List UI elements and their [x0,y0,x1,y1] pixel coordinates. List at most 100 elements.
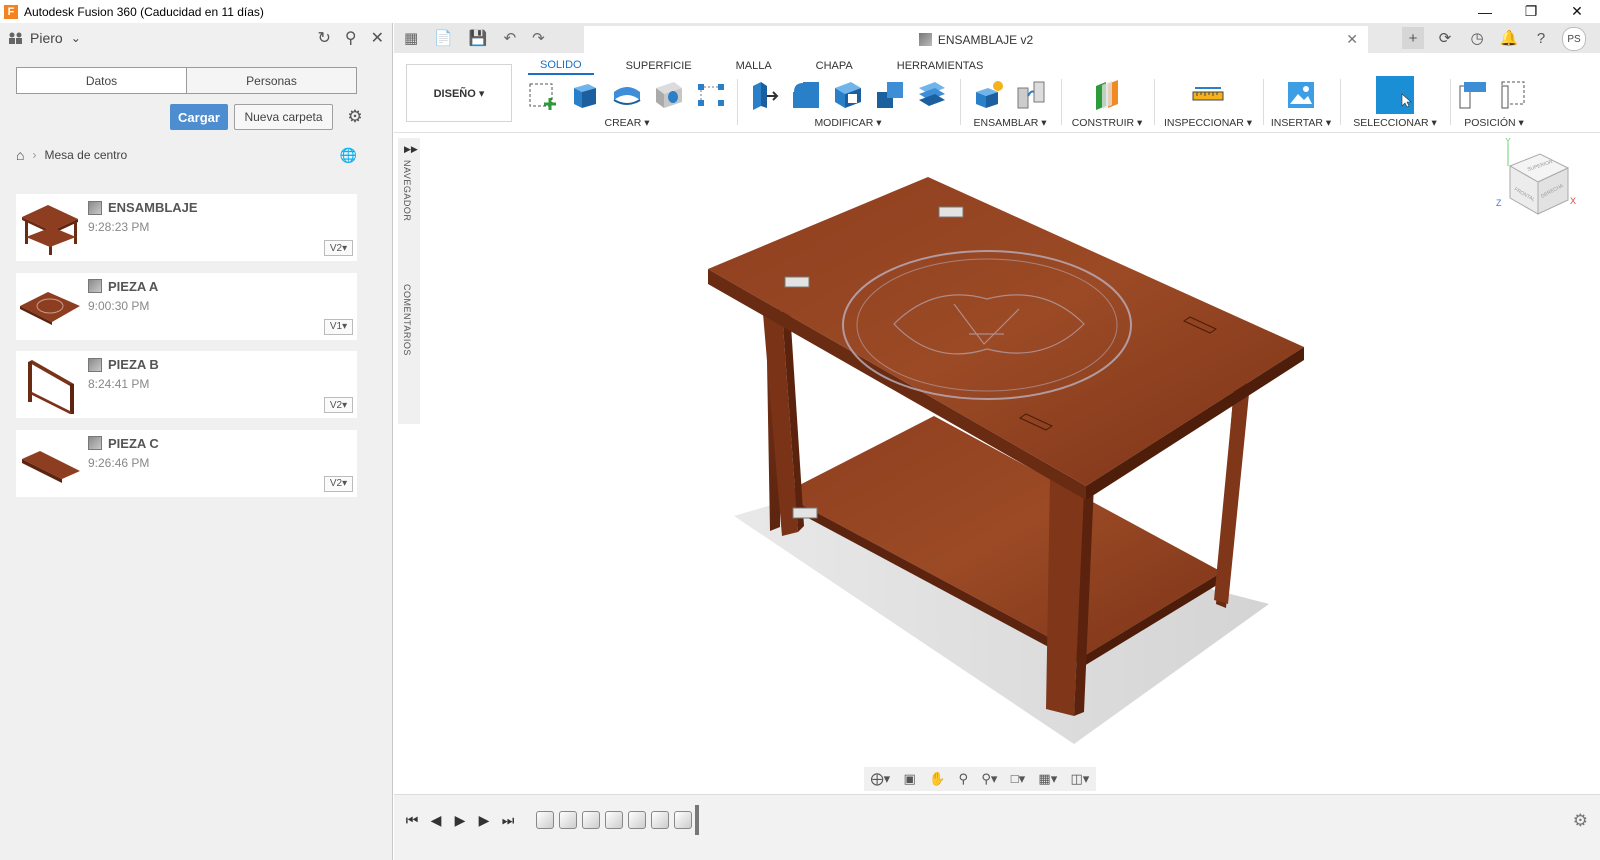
timeline-feature[interactable] [674,811,692,829]
group-label-select[interactable]: SELECCIONAR ▾ [1344,117,1446,129]
close-icon[interactable]: ✕ [1554,0,1600,23]
tab-superficie[interactable]: SUPERFICIE [614,57,704,75]
offset-plane-icon[interactable] [1090,78,1124,112]
upload-button[interactable]: Cargar [170,104,228,130]
extensions-icon[interactable]: ⟳ [1434,27,1456,49]
job-status-icon[interactable]: ◷ [1466,27,1488,49]
step-forward-icon[interactable]: ▶ [476,812,492,828]
pan-icon[interactable]: ✋ [929,771,945,787]
timeline-feature[interactable] [582,811,600,829]
zoom-window-icon[interactable]: ⚲▾ [981,771,997,787]
timeline-marker[interactable] [695,805,699,835]
extrude-icon[interactable] [568,78,602,112]
timeline-feature[interactable] [605,811,623,829]
orbit-icon[interactable]: ⨁▾ [871,771,891,787]
file-card-pieza-b[interactable]: PIEZA B 8:24:41 PM V2▾ [16,351,357,418]
fillet-icon[interactable] [789,78,823,112]
document-tab[interactable]: ENSAMBLAJE v2 ✕ [584,26,1368,53]
tab-chapa[interactable]: CHAPA [804,57,865,75]
version-dropdown[interactable]: V1▾ [324,318,353,335]
component-icon [88,200,102,215]
pattern-icon[interactable] [694,78,728,112]
viewcube[interactable]: Y Z X SUPERIOR FRONTAL DERECHA [1460,138,1580,248]
tab-personas[interactable]: Personas [186,68,356,93]
group-label-assemble[interactable]: ENSAMBLAR ▾ [966,117,1054,129]
undo-icon[interactable]: ↶ [504,29,517,47]
search-icon[interactable]: ⚲ [345,28,357,48]
divider [737,79,738,125]
press-pull-icon[interactable] [747,78,781,112]
timeline-feature[interactable] [628,811,646,829]
notifications-icon[interactable]: 🔔 [1498,27,1520,49]
close-tab-icon[interactable]: ✕ [1346,31,1358,48]
go-to-end-icon[interactable]: ⏭ [500,812,516,828]
minimize-icon[interactable]: — [1462,0,1508,23]
save-icon[interactable]: 💾 [469,29,488,47]
group-assemble: ENSAMBLAR ▾ [966,77,1054,131]
file-card-pieza-c[interactable]: PIEZA C 9:26:46 PM V2▾ [16,429,357,497]
go-to-start-icon[interactable]: ⏮ [404,812,420,828]
file-time: 8:24:41 PM [88,377,150,391]
file-menu-icon[interactable]: 📄 [434,29,453,47]
revolve-icon[interactable] [610,78,644,112]
breadcrumb-folder[interactable]: Mesa de centro [44,148,127,162]
home-icon[interactable]: ⌂ [16,147,24,163]
joint-icon[interactable] [1014,78,1048,112]
redo-icon[interactable]: ↷ [532,29,545,47]
version-dropdown[interactable]: V2▾ [324,475,353,492]
help-icon[interactable]: ? [1530,27,1552,49]
capture-position-icon[interactable] [1456,78,1490,112]
apps-grid-icon[interactable]: ▦ [404,29,418,47]
group-position: POSICIÓN ▾ [1454,77,1534,131]
tab-datos[interactable]: Datos [17,68,186,93]
close-panel-icon[interactable]: ✕ [371,28,384,48]
select-icon[interactable] [1376,76,1414,114]
tab-herramientas[interactable]: HERRAMIENTAS [885,57,996,75]
grid-settings-icon[interactable]: ▦▾ [1038,771,1057,787]
timeline-feature[interactable] [536,811,554,829]
gear-icon[interactable]: ⚙ [345,107,365,127]
new-tab-icon[interactable]: + [1402,27,1424,49]
version-dropdown[interactable]: V2▾ [324,397,353,413]
revert-position-icon[interactable] [1498,78,1532,112]
chevron-down-icon: ⌄ [70,31,81,45]
look-at-icon[interactable]: ▣ [903,771,915,787]
new-folder-button[interactable]: Nueva carpeta [234,104,333,130]
timeline-feature[interactable] [651,811,669,829]
group-label-create[interactable]: CREAR ▾ [524,117,730,129]
viewports-icon[interactable]: ◫▾ [1071,771,1090,787]
timeline-settings-icon[interactable]: ⚙ [1573,811,1588,831]
timeline-feature[interactable] [559,811,577,829]
shell-icon[interactable] [831,78,865,112]
group-label-modify[interactable]: MODIFICAR ▾ [744,117,952,129]
version-dropdown[interactable]: V2▾ [324,240,353,256]
measure-icon[interactable] [1191,78,1225,112]
offset-face-icon[interactable] [915,78,949,112]
tab-solido[interactable]: SOLIDO [528,57,594,75]
table-3d-model[interactable] [394,134,1600,794]
play-icon[interactable]: ▶ [452,812,468,828]
group-label-construct[interactable]: CONSTRUIR ▾ [1066,117,1148,129]
viewport-canvas[interactable]: ▶▶ NAVEGADOR COMENTARIOS Y Z X SUPERIOR … [394,134,1600,794]
file-card-pieza-a[interactable]: PIEZA A 9:00:30 PM V1▾ [16,272,357,340]
restore-icon[interactable]: ❐ [1508,0,1554,23]
tab-malla[interactable]: MALLA [724,57,784,75]
group-label-position[interactable]: POSICIÓN ▾ [1454,117,1534,129]
sketch-icon[interactable] [526,78,560,112]
combine-icon[interactable] [873,78,907,112]
user-menu[interactable]: Piero ⌄ [8,30,81,46]
group-label-insert[interactable]: INSERTAR ▾ [1266,117,1336,129]
hole-icon[interactable] [652,78,686,112]
workspace-switcher[interactable]: DISEÑO ▾ [406,64,512,122]
step-back-icon[interactable]: ◀ [428,812,444,828]
document-title: ENSAMBLAJE v2 [937,32,1034,47]
avatar[interactable]: PS [1562,27,1586,51]
file-card-ensamblaje[interactable]: ENSAMBLAJE 9:28:23 PM V2▾ [16,194,357,261]
group-label-inspect[interactable]: INSPECCIONAR ▾ [1158,117,1258,129]
globe-icon[interactable]: 🌐 [340,147,357,164]
refresh-icon[interactable]: ↻ [317,28,330,48]
insert-image-icon[interactable] [1284,78,1318,112]
new-component-icon[interactable] [972,78,1006,112]
zoom-icon[interactable]: ⚲ [959,771,969,787]
display-settings-icon[interactable]: □▾ [1011,771,1025,787]
